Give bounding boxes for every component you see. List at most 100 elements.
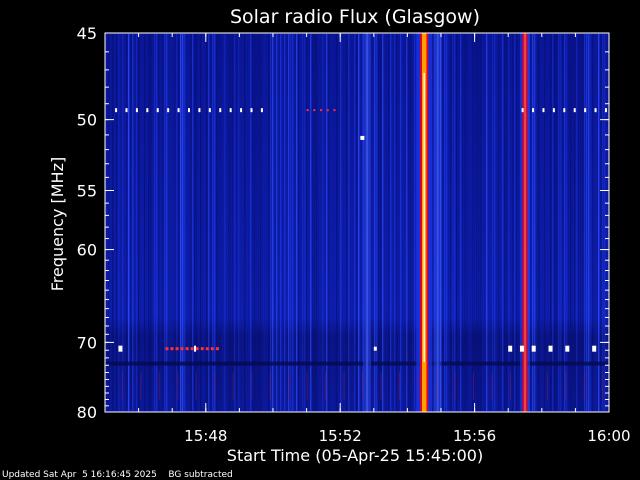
noise-streak <box>150 34 152 411</box>
noise-streak <box>444 34 446 411</box>
noise-streak <box>344 34 346 411</box>
noise-streak <box>390 34 392 411</box>
interference-dot <box>167 108 170 113</box>
noise-streak <box>358 34 360 411</box>
noise-streak <box>288 34 290 411</box>
noise-streak <box>176 34 178 411</box>
noise-streak <box>276 34 278 411</box>
noise-streak <box>308 34 310 411</box>
noise-streak <box>234 34 236 411</box>
noise-streak <box>550 34 552 411</box>
noise-streak <box>588 34 590 411</box>
noise-streak <box>218 34 220 411</box>
interference-dot <box>146 108 149 113</box>
noise-streak <box>164 34 166 411</box>
noise-streak <box>206 34 208 411</box>
noise-streak <box>532 34 534 411</box>
noise-streak <box>534 34 536 411</box>
noise-streak <box>212 34 214 411</box>
noise-streak <box>188 34 190 411</box>
interference-dot <box>373 346 377 351</box>
noise-streak <box>260 34 262 411</box>
noise-streak <box>542 34 544 411</box>
interference-dot-red <box>215 347 219 351</box>
lower-band-streak <box>583 372 585 400</box>
noise-streak <box>294 34 296 411</box>
noise-streak <box>148 34 150 411</box>
noise-streak <box>256 34 258 411</box>
noise-streak <box>278 34 280 411</box>
noise-streak <box>122 34 124 411</box>
lower-band-streak <box>325 372 327 400</box>
noise-streak <box>490 34 492 411</box>
noise-streak <box>244 34 246 411</box>
noise-streak <box>136 34 138 411</box>
noise-streak <box>406 34 408 411</box>
noise-streak <box>144 34 146 411</box>
noise-streak <box>508 34 510 411</box>
noise-streak <box>172 34 174 411</box>
noise-streak <box>182 34 184 411</box>
noise-streak <box>432 34 434 411</box>
noise-streak <box>132 34 134 411</box>
lower-band-streak <box>528 372 530 400</box>
noise-streak <box>580 34 582 411</box>
noise-streak <box>254 34 256 411</box>
noise-streak <box>322 34 324 411</box>
noise-streak <box>488 34 490 411</box>
lower-band-streak <box>472 372 474 400</box>
noise-streak <box>198 34 200 411</box>
noise-streak <box>284 34 286 411</box>
background-note: BG subtracted <box>168 470 233 480</box>
noise-streak <box>402 34 404 411</box>
noise-streak <box>482 34 484 411</box>
y-tick-label: 60 <box>77 241 97 260</box>
interference-dot <box>198 108 201 113</box>
noise-streak <box>496 34 498 411</box>
noise-streak <box>456 34 458 411</box>
noise-streak <box>454 34 456 411</box>
interference-dot <box>592 345 597 352</box>
noise-streak <box>478 34 480 411</box>
lower-band-streak <box>195 372 197 400</box>
noise-streak <box>392 34 394 411</box>
noise-streak <box>140 34 142 411</box>
noise-streak <box>564 34 566 411</box>
noise-streak <box>500 34 502 411</box>
noise-streak <box>546 34 548 411</box>
interference-dot <box>156 108 159 113</box>
noise-streak <box>162 34 164 411</box>
interference-dot <box>194 345 197 352</box>
noise-streak <box>502 34 504 411</box>
spectrogram-chart: Solar radio Flux (Glasgow) 15:48 15:52 15:… <box>0 0 640 480</box>
noise-streak <box>396 34 398 411</box>
noise-streak <box>292 34 294 411</box>
noise-streak <box>272 34 274 411</box>
interference-dot <box>531 345 536 352</box>
noise-streak <box>462 34 464 411</box>
y-axis-label: Frequency [MHz] <box>48 157 67 291</box>
noise-streak <box>236 34 238 411</box>
interference-dot-red <box>180 347 184 351</box>
noise-streak <box>356 34 358 411</box>
noise-streak <box>600 34 602 411</box>
noise-streak <box>186 34 188 411</box>
noise-streak <box>380 34 382 411</box>
noise-streak <box>552 34 554 411</box>
interference-dot <box>508 345 513 352</box>
noise-streak <box>158 34 160 411</box>
noise-streak <box>316 34 318 411</box>
noise-streak <box>448 34 450 411</box>
noise-streak <box>250 34 252 411</box>
noise-streak <box>180 34 182 411</box>
noise-streak <box>446 34 448 411</box>
noise-streak <box>592 34 594 411</box>
interference-dot-red <box>205 347 209 351</box>
noise-streak <box>602 34 604 411</box>
noise-streak <box>210 34 212 411</box>
x-tick-label: 16:00 <box>587 427 630 445</box>
noise-streak <box>540 34 542 411</box>
noise-streak <box>304 34 306 411</box>
noise-streak <box>238 34 240 411</box>
noise-streak <box>352 34 354 411</box>
